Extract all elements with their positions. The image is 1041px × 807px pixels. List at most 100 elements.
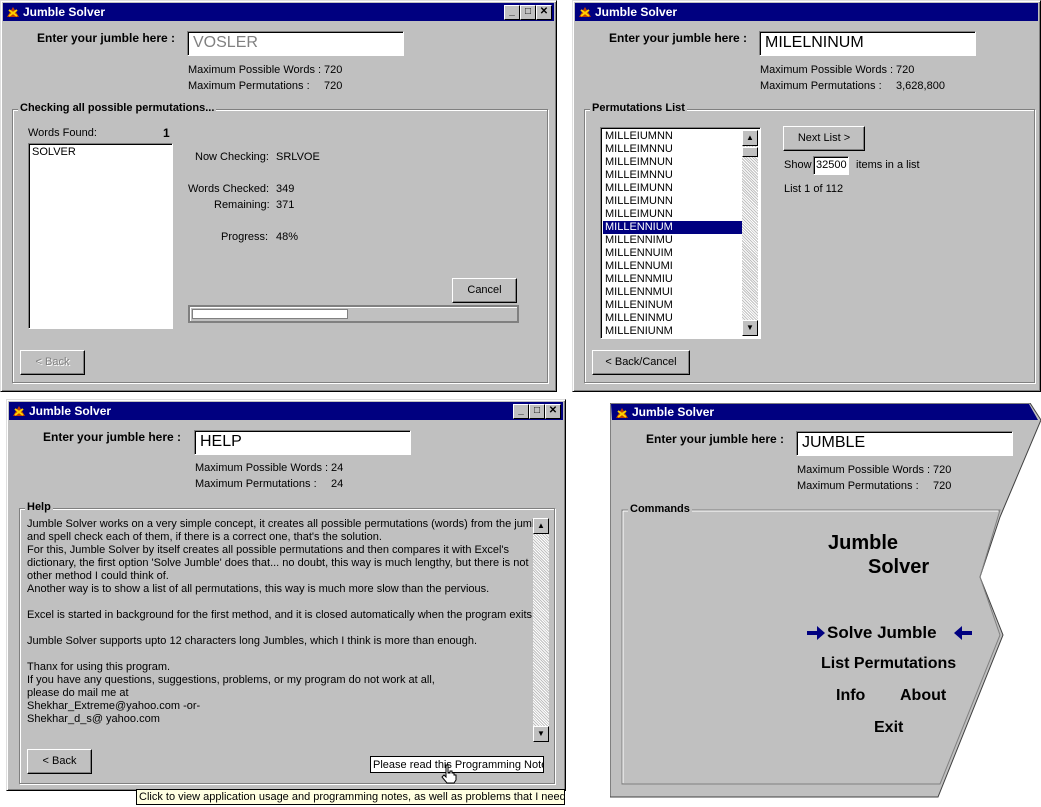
- programming-notes-link[interactable]: Please read this Programming Notes: [370, 756, 544, 773]
- help-line: Jumble Solver supports upto 12 character…: [27, 635, 478, 647]
- minimize-icon[interactable]: _: [513, 404, 529, 419]
- max-perms-value: 24: [331, 478, 344, 490]
- scroll-up-icon[interactable]: ▲: [742, 130, 758, 146]
- permutation-item[interactable]: MILLEIMNNU: [603, 169, 743, 182]
- permutation-item[interactable]: MILLENNMUI: [603, 286, 743, 299]
- permutation-item[interactable]: MILLEIMNNU: [603, 143, 743, 156]
- logo-line-1: Jumble: [828, 532, 899, 554]
- permutations-list[interactable]: MILLEIUMNN MILLEIMNNU MILLEIMNUN MILLEIMNNU…: [600, 127, 761, 339]
- exit-button[interactable]: Exit: [874, 719, 903, 737]
- help-line: please do mail me at: [27, 687, 129, 699]
- scroll-down-icon[interactable]: ▼: [533, 726, 549, 742]
- back-cancel-button[interactable]: < Back/Cancel: [592, 350, 690, 375]
- jumble-input[interactable]: MILELNINUM: [759, 31, 976, 56]
- permutation-item[interactable]: MILLENNUIM: [603, 247, 743, 260]
- title-bar[interactable]: Jumble Solver: [575, 3, 1038, 21]
- list-permutations-button[interactable]: List Permutations: [821, 655, 956, 673]
- found-word-item[interactable]: SOLVER: [32, 146, 169, 159]
- help-line: Excel is started in background for the f…: [27, 609, 536, 621]
- help-scrollbar[interactable]: ▲ ▼: [533, 518, 549, 742]
- permutation-item[interactable]: MILLENIUNM: [603, 325, 743, 338]
- close-icon[interactable]: ✕: [545, 404, 561, 419]
- jumble-prompt: Enter your jumble here :: [37, 31, 176, 45]
- jumble-input[interactable]: JUMBLE: [796, 431, 1013, 456]
- permutation-item[interactable]: MILLEIMNUN: [603, 156, 743, 169]
- logo-line-2: Solver: [868, 556, 930, 578]
- app-icon: [616, 408, 628, 418]
- help-line: For this, Jumble Solver by itself create…: [27, 544, 510, 556]
- scroll-down-icon[interactable]: ▼: [742, 320, 758, 336]
- window-title: Jumble Solver: [23, 5, 106, 19]
- permutation-item[interactable]: MILLENINMU: [603, 312, 743, 325]
- solve-jumble-button[interactable]: Solve Jumble: [827, 623, 937, 643]
- jumble-prompt: Enter your jumble here :: [646, 432, 785, 446]
- progress-fill: [192, 309, 348, 319]
- permutation-item[interactable]: MILLEIMUNN: [603, 182, 743, 195]
- next-list-button[interactable]: Next List >: [783, 126, 865, 151]
- permutation-item[interactable]: MILLENINUM: [603, 299, 743, 312]
- minimize-icon[interactable]: _: [504, 5, 520, 20]
- progress-bar: [188, 305, 519, 323]
- help-line: Jumble Solver works on a very simple con…: [27, 518, 547, 530]
- words-checked-value: 349: [276, 183, 295, 195]
- remaining-value: 371: [276, 199, 295, 211]
- window-help: Jumble Solver _ □ ✕ Enter your jumble he…: [6, 399, 566, 791]
- permutation-items: MILLEIUMNN MILLEIMNNU MILLEIMNUN MILLEIMNNU…: [603, 130, 743, 338]
- app-icon: [13, 406, 25, 416]
- now-checking-value: SRLVOE: [276, 151, 320, 163]
- permutation-item[interactable]: MILLEIMUNN: [603, 208, 743, 221]
- info-button[interactable]: Info: [836, 687, 865, 705]
- about-button[interactable]: About: [900, 687, 946, 705]
- jumble-input[interactable]: VOSLER: [187, 31, 404, 56]
- back-button[interactable]: < Back: [27, 749, 92, 774]
- group-label: Help: [25, 501, 53, 513]
- help-line: Shekhar_d_s@ yahoo.com: [27, 713, 160, 725]
- close-icon[interactable]: ✕: [536, 5, 552, 20]
- permutation-item[interactable]: MILLENNMIU: [603, 273, 743, 286]
- group-label: Checking all possible permutations...: [18, 102, 217, 114]
- permutation-item[interactable]: MILLENNIMU: [603, 234, 743, 247]
- list-scrollbar[interactable]: ▲ ▼: [742, 130, 758, 336]
- permutation-item[interactable]: MILLEIUMNN: [603, 130, 743, 143]
- permutation-item[interactable]: MILLENNUMI: [603, 260, 743, 273]
- back-button[interactable]: < Back: [20, 350, 85, 375]
- permutation-item[interactable]: MILLENNIUM: [603, 221, 743, 234]
- help-line: If you have any questions, suggestions, …: [27, 674, 435, 686]
- title-bar[interactable]: Jumble Solver _ □ ✕: [3, 3, 554, 21]
- help-line: [27, 648, 547, 661]
- help-line: other method I could think of.: [27, 570, 169, 582]
- max-words-value: 720: [896, 64, 915, 76]
- words-checked-label: Words Checked:: [188, 183, 270, 195]
- remaining-label: Remaining:: [214, 199, 270, 211]
- app-icon: [7, 7, 19, 17]
- now-checking-label: Now Checking:: [195, 151, 269, 163]
- window-permutations: Jumble Solver Enter your jumble here : M…: [572, 0, 1041, 392]
- max-words-value: 720: [324, 64, 343, 76]
- words-found-count: 1: [163, 126, 170, 140]
- cancel-button[interactable]: Cancel: [452, 278, 517, 303]
- title-bar[interactable]: Jumble Solver _ □ ✕: [9, 402, 563, 420]
- progress-label: Progress:: [221, 231, 269, 243]
- app-icon: [579, 7, 591, 17]
- window-title: Jumble Solver: [595, 5, 678, 19]
- scroll-thumb[interactable]: [742, 147, 758, 157]
- arrow-left-icon: [954, 626, 972, 640]
- found-words-list[interactable]: SOLVER: [28, 143, 173, 329]
- maximize-icon[interactable]: □: [520, 5, 536, 20]
- max-perms-label: Maximum Permutations :: [760, 80, 882, 92]
- max-perms-value: 720: [324, 80, 343, 92]
- max-words-label: Maximum Possible Words :: [760, 64, 894, 76]
- items-per-list-input[interactable]: 32500: [813, 156, 849, 175]
- max-words-label: Maximum Possible Words :: [188, 64, 322, 76]
- permutation-item[interactable]: MILLEIMUNN: [603, 195, 743, 208]
- scroll-up-icon[interactable]: ▲: [533, 518, 549, 534]
- max-perms-value: 720: [933, 480, 952, 492]
- max-words-label: Maximum Possible Words :: [195, 462, 329, 474]
- maximize-icon[interactable]: □: [529, 404, 545, 419]
- help-line: and spell check each of them, if there i…: [27, 531, 382, 543]
- jumble-input[interactable]: HELP: [194, 430, 411, 455]
- jumble-prompt: Enter your jumble here :: [43, 430, 182, 444]
- list-status: List 1 of 112: [784, 183, 844, 195]
- help-line: Thanx for using this program.: [27, 661, 171, 673]
- max-words-label: Maximum Possible Words :: [797, 464, 931, 476]
